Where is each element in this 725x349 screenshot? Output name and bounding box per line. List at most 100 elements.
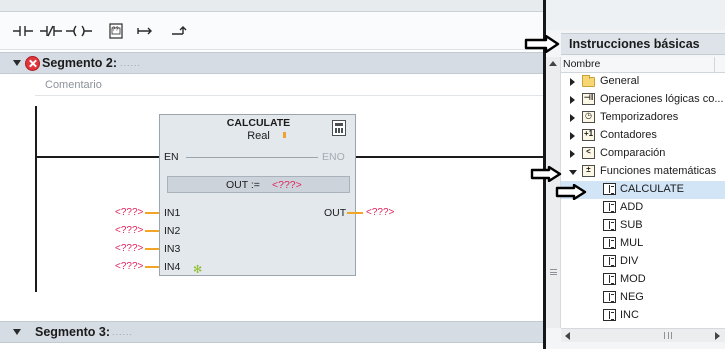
tree-item-label: MUL xyxy=(620,237,644,249)
empty-box-icon[interactable]: ?? xyxy=(108,22,124,40)
instruction-icon xyxy=(603,255,616,267)
out-wire xyxy=(347,212,363,214)
timer-icon: ◷ xyxy=(582,111,595,123)
tree-item-math-functions[interactable]: ± Funciones matemáticas xyxy=(561,163,725,181)
tree-item-label: SUB xyxy=(620,219,643,231)
expand-arrow-icon[interactable] xyxy=(570,150,575,158)
instruction-icon xyxy=(603,273,616,285)
scroll-left-icon[interactable] xyxy=(563,331,573,341)
column-separator[interactable] xyxy=(714,57,715,73)
annotation-arrow-icon xyxy=(524,35,560,53)
expression-text: OUT := xyxy=(226,179,260,191)
editor-top-strip xyxy=(0,0,543,12)
segment-comment-field[interactable]: Comentario xyxy=(35,76,543,96)
instruction-icon xyxy=(603,309,616,321)
expand-arrow-icon[interactable] xyxy=(570,132,575,140)
in2-operand[interactable]: <???> xyxy=(115,225,143,236)
tree-item-label: Comparación xyxy=(600,147,666,159)
collapse-arrow-icon[interactable] xyxy=(13,329,21,335)
in4-operand[interactable]: <???> xyxy=(115,261,143,272)
annotation-arrow-icon xyxy=(555,184,587,200)
calculate-block[interactable]: CALCULATE Real EN ENO OUT := <???> IN1 I… xyxy=(159,114,356,276)
tree-item-inc[interactable]: INC xyxy=(561,307,725,325)
ladder-editor: ?? Segmento 2: ...... Comentario CALCULA… xyxy=(0,0,543,349)
math-functions-icon: ± xyxy=(582,165,595,177)
expression-value: <???> xyxy=(272,179,302,191)
scroll-up-icon[interactable] xyxy=(548,59,559,69)
block-name: CALCULATE xyxy=(226,117,291,129)
tree-item-label: ADD xyxy=(620,201,644,213)
tree-item-div[interactable]: DIV xyxy=(561,253,725,271)
in1-pin: IN1 xyxy=(164,207,181,219)
in3-pin: IN3 xyxy=(164,243,181,255)
in3-operand[interactable]: <???> xyxy=(115,243,143,254)
in4-pin: IN4 xyxy=(164,261,181,273)
no-contact-icon[interactable] xyxy=(13,22,35,40)
counter-icon: +1 xyxy=(582,129,595,141)
in2-pin: IN2 xyxy=(164,225,181,237)
tree-item-label: Funciones matemáticas xyxy=(600,165,717,177)
tree-item-neg[interactable]: NEG xyxy=(561,289,725,307)
in2-wire xyxy=(145,230,159,232)
instruction-icon xyxy=(603,291,616,303)
expression-field[interactable]: OUT := <???> xyxy=(167,176,350,193)
panel-top-strip xyxy=(546,0,725,30)
segment-2-header[interactable]: Segmento 2: ...... xyxy=(0,52,543,74)
scroll-grip-icon[interactable] xyxy=(550,269,557,275)
tree-item-label: General xyxy=(600,75,640,87)
calculator-icon[interactable] xyxy=(332,120,346,136)
annotation-arrow-icon xyxy=(530,166,562,182)
tree-item-bit-logic[interactable]: ⊣I Operaciones lógicas co... xyxy=(561,91,725,109)
collapse-arrow-icon[interactable] xyxy=(13,60,21,66)
close-branch-icon[interactable] xyxy=(171,22,189,40)
instruction-icon xyxy=(603,219,616,231)
horizontal-scrollbar[interactable] xyxy=(561,328,725,342)
tree-item-counters[interactable]: +1 Contadores xyxy=(561,127,725,145)
open-branch-icon[interactable] xyxy=(137,22,155,40)
instruction-icon xyxy=(603,201,616,213)
eno-wire xyxy=(356,156,543,158)
in3-wire xyxy=(145,248,159,250)
instruction-tree: General ⊣I Operaciones lógicas co... ◷ T… xyxy=(561,73,725,328)
tree-item-label: INC xyxy=(620,309,639,321)
segment-2-dots: ...... xyxy=(120,58,142,68)
left-power-rail xyxy=(35,106,37,292)
segment-3-header[interactable]: Segmento 3: ...... xyxy=(0,321,543,343)
expand-arrow-icon[interactable] xyxy=(570,78,575,86)
tree-item-label: MOD xyxy=(620,273,646,285)
basic-instructions-header[interactable]: Instrucciones básicas xyxy=(561,33,725,55)
collapse-arrow-icon[interactable] xyxy=(569,170,577,175)
tree-item-label: Operaciones lógicas co... xyxy=(600,93,724,105)
tree-item-add[interactable]: ADD xyxy=(561,199,725,217)
block-data-type[interactable]: Real xyxy=(160,130,357,142)
eno-pin: ENO xyxy=(322,151,345,163)
tree-item-label: Contadores xyxy=(600,129,657,141)
error-icon xyxy=(25,56,40,71)
add-input-icon[interactable]: ✻ xyxy=(193,263,202,276)
scroll-grip-icon[interactable] xyxy=(664,332,672,339)
tree-item-mod[interactable]: MOD xyxy=(561,271,725,289)
expand-arrow-icon[interactable] xyxy=(570,114,575,122)
nc-contact-icon[interactable] xyxy=(40,22,62,40)
in1-wire xyxy=(145,212,159,214)
column-header-name: Nombre xyxy=(563,58,601,70)
instructions-panel: Instrucciones básicas Nombre General ⊣I … xyxy=(546,0,725,349)
tree-item-label: Temporizadores xyxy=(600,111,679,123)
tree-item-sub[interactable]: SUB xyxy=(561,217,725,235)
segment-2-title: Segmento 2: xyxy=(42,56,118,70)
segment-3-title: Segmento 3: xyxy=(35,325,111,339)
tree-item-general[interactable]: General xyxy=(561,73,725,91)
column-header[interactable]: Nombre xyxy=(561,57,725,73)
coil-icon[interactable] xyxy=(66,22,92,40)
en-eno-line xyxy=(186,157,318,158)
expand-arrow-icon[interactable] xyxy=(570,96,575,104)
comparator-icon: < xyxy=(582,147,595,159)
tree-item-mul[interactable]: MUL xyxy=(561,235,725,253)
in1-operand[interactable]: <???> xyxy=(115,207,143,218)
type-dropdown-marker xyxy=(283,132,286,138)
folder-icon xyxy=(582,75,595,87)
out-operand[interactable]: <???> xyxy=(366,207,394,218)
scroll-right-icon[interactable] xyxy=(712,331,722,341)
tree-item-comparison[interactable]: < Comparación xyxy=(561,145,725,163)
tree-item-timers[interactable]: ◷ Temporizadores xyxy=(561,109,725,127)
